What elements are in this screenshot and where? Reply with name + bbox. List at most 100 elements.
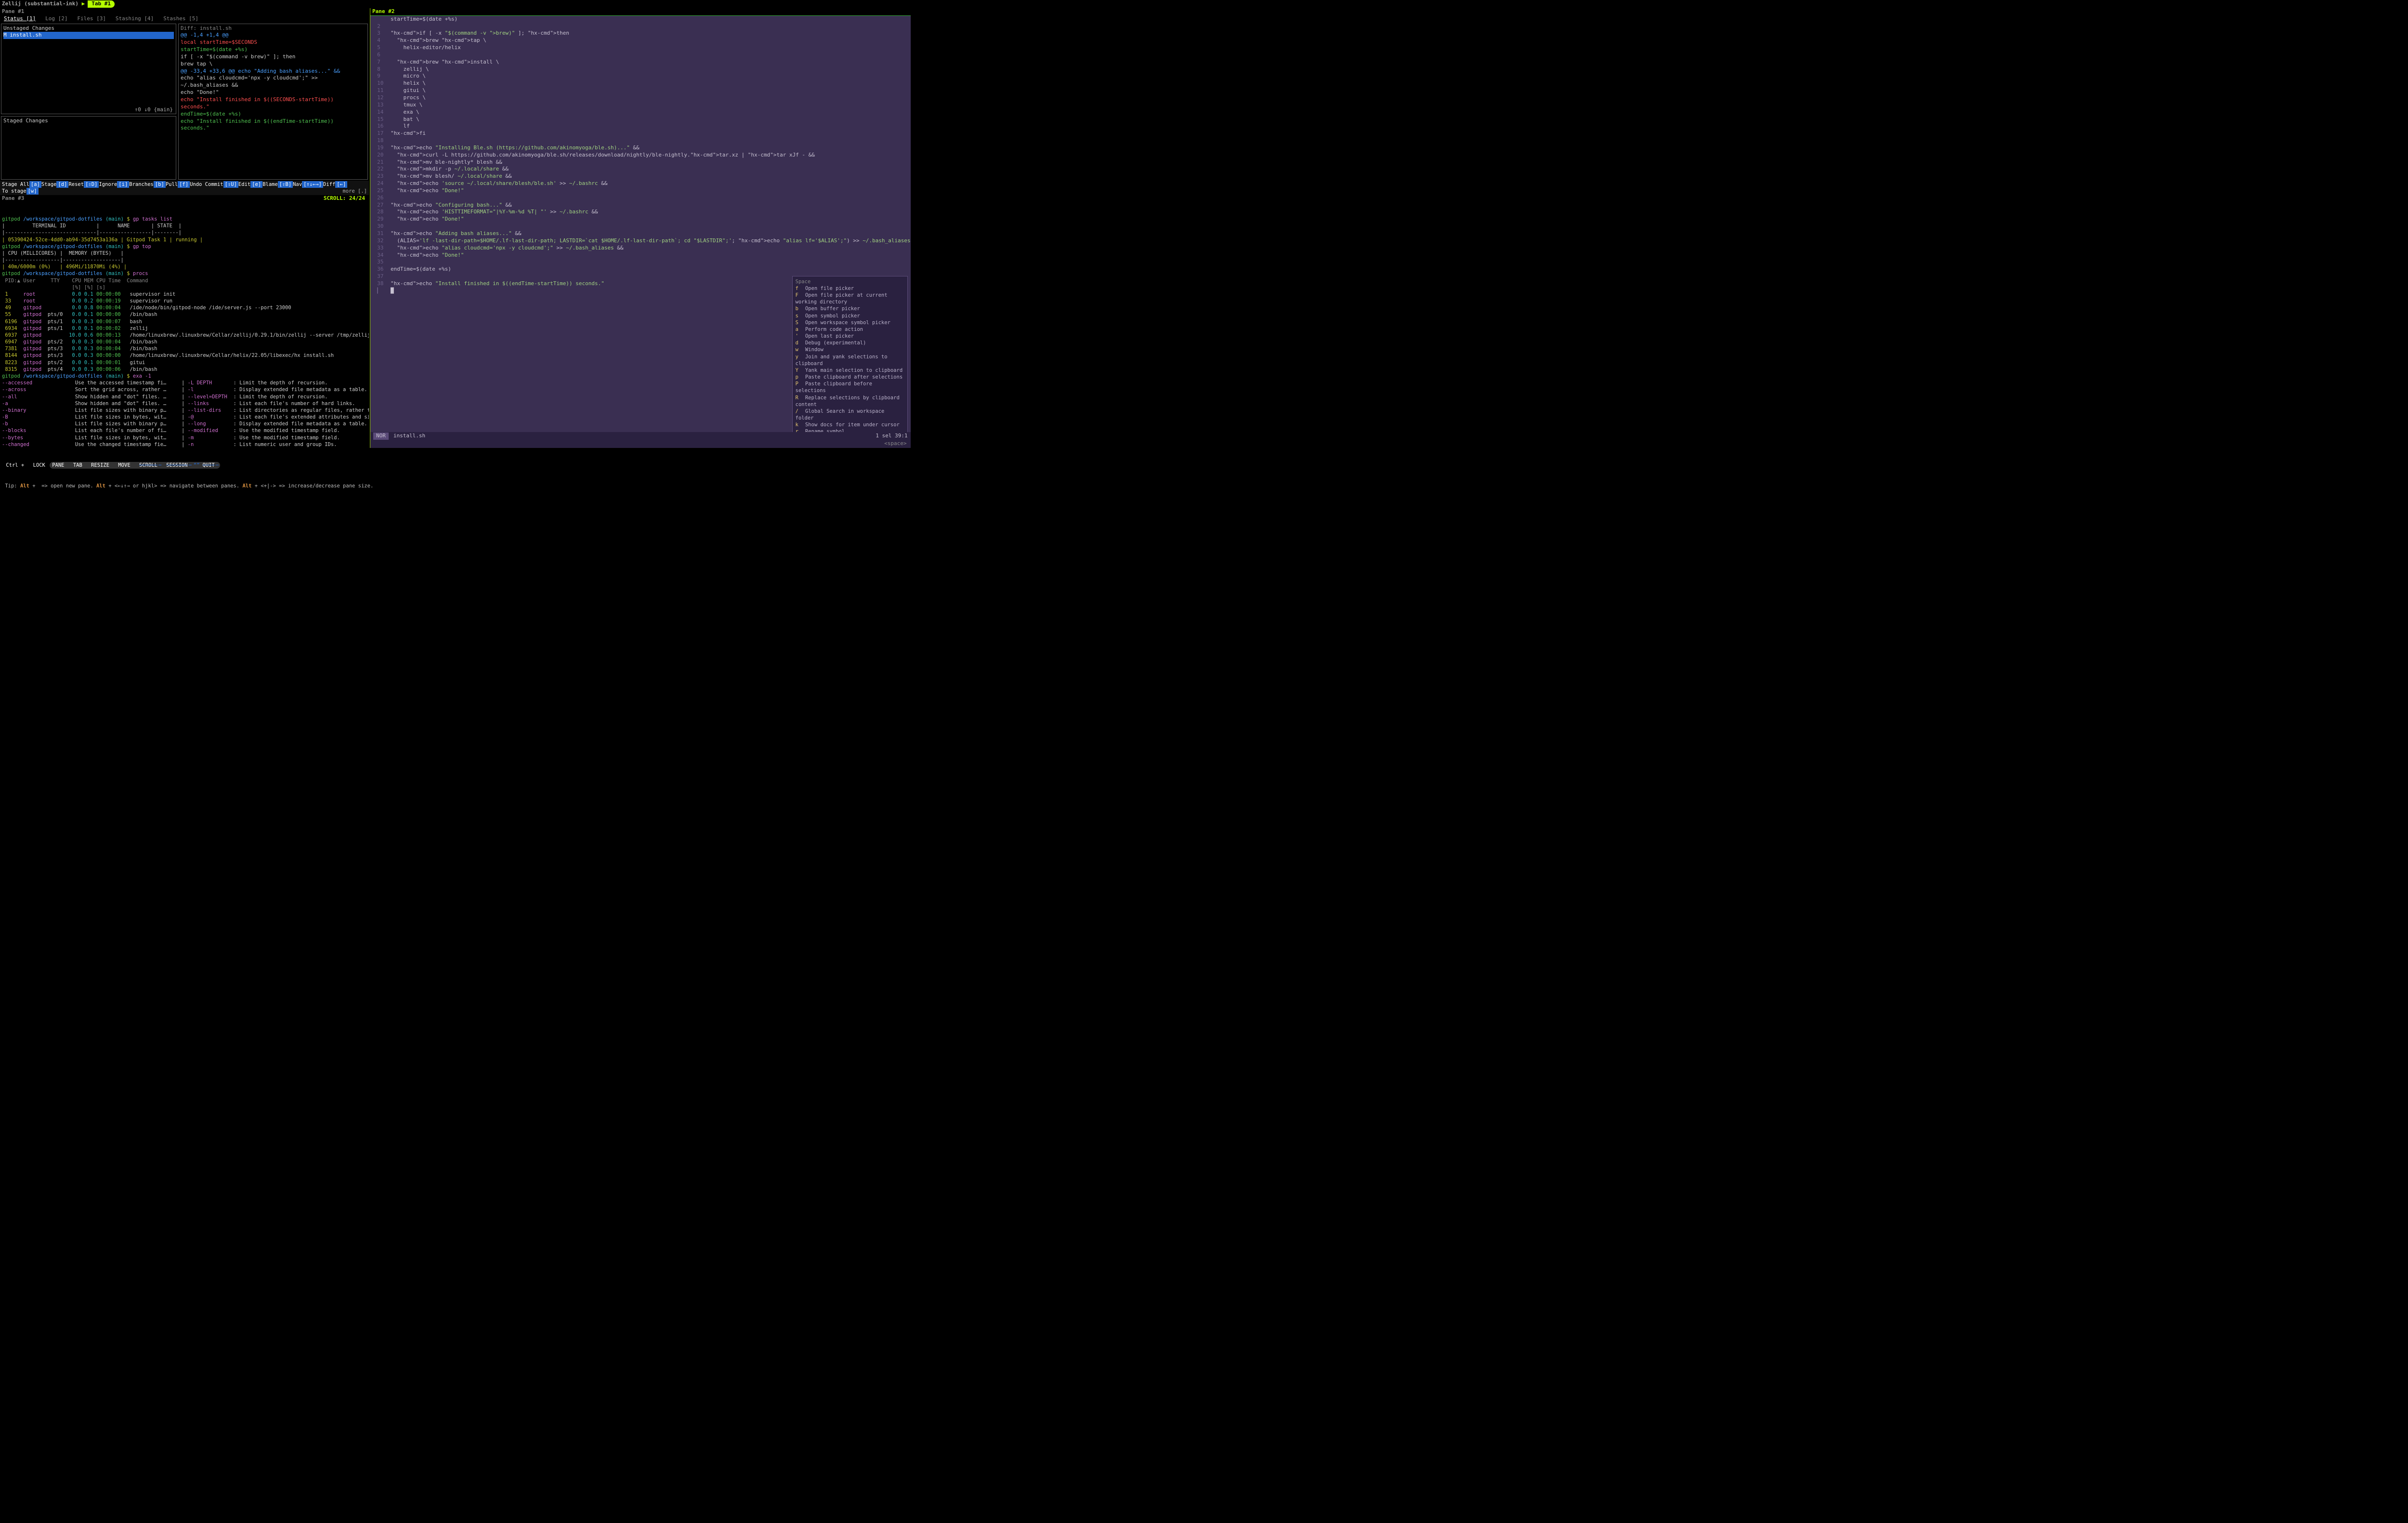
editor-line[interactable]: 20 "hx-cmd">curl -L https://github.com/a… [370,152,911,159]
tab-pill[interactable]: Tab #1 [88,0,115,8]
staged-changes-panel[interactable]: Staged Changes [1,116,176,180]
helix-space-menu[interactable]: Space f Open file pickerF Open file pick… [792,276,908,445]
cmd-key[interactable]: [b] [154,181,166,188]
terminal-line: [%] [%] [s] [2,284,367,291]
editor-line[interactable]: 23 "hx-cmd">mv blesh/ ~/.local/share && [370,173,911,180]
editor-line[interactable]: 28 "hx-cmd">echo 'HISTTIMEFORMAT="|%Y-%m… [370,209,911,216]
cmd-key[interactable]: [←] [335,181,347,188]
cmd-key[interactable]: [d] [56,181,68,188]
cmd-key[interactable]: [w] [26,188,39,195]
diff-line: echo "Install finished in $((endTime-sta… [181,118,366,132]
editor-line[interactable]: 9 micro \ [370,73,911,80]
gitui-tab-status[interactable]: Status [1] [4,15,36,22]
pane-1-title: Pane #1 [0,8,369,15]
gitui-tab-files[interactable]: Files [3] [77,15,106,22]
editor-line[interactable]: 18 [370,137,911,144]
editor-line[interactable]: 36 endTime=$(date +%s) [370,266,911,273]
space-menu-item[interactable]: / Global Search in workspace folder [796,408,904,421]
cmd-label: Nav [293,181,302,188]
editor-line[interactable]: 7 "hx-cmd">brew "hx-cmd">install \ [370,59,911,66]
editor-line[interactable]: 6 [370,52,911,59]
cmd-key[interactable]: [e] [250,181,262,188]
terminal-line: --binary List file sizes with binary p… … [2,407,367,414]
space-menu-item[interactable]: f Open file picker [796,285,904,292]
editor-line[interactable]: 14 exa \ [370,109,911,116]
space-menu-item[interactable]: b Open buffer picker [796,305,904,312]
mode-pill[interactable] [192,462,201,469]
cmd-key[interactable]: [a] [29,181,41,188]
space-menu-item[interactable]: S Open workspace symbol picker [796,319,904,326]
cmd-label: Branches [129,181,154,188]
cmd-label: Reset [68,181,84,188]
editor-line[interactable]: 33 "hx-cmd">echo "alias cloudcmd='npx -y… [370,245,911,252]
pane-3-terminal[interactable]: Pane #3 SCROLL: 24/24 gitpod /workspace/… [0,195,369,448]
editor-line[interactable]: 21 "hx-cmd">mv ble-nightly* blesh && [370,159,911,166]
editor-line[interactable]: 22 "hx-cmd">mkdir -p ~/.local/share && [370,166,911,173]
editor-line[interactable]: 32 (ALIAS='lf -last-dir-path=$HOME/.lf-l… [370,237,911,245]
unstaged-changes-panel[interactable]: Unstaged Changes M install.sh ↑0 ↓0 {mai… [1,24,176,114]
editor-line[interactable]: 34 "hx-cmd">echo "Done!" [370,252,911,259]
terminal-line: gitpod /workspace/gitpod-dotfiles (main)… [2,373,367,380]
cmd-key[interactable]: [↑↓←→] [302,181,323,188]
cmd-key[interactable]: [⇧U] [223,181,238,188]
diff-panel[interactable]: Diff: install.sh @@ -1,4 +1,4 @@local st… [178,24,368,180]
editor-line[interactable]: 30 [370,223,911,230]
space-menu-item[interactable]: a Perform code action [796,326,904,333]
editor-line[interactable]: 35 [370,259,911,266]
cmd-key[interactable]: [⇧D] [84,181,99,188]
gitui-tab-stashing[interactable]: Stashing [4] [116,15,154,22]
cmd-key[interactable]: [i] [117,181,129,188]
editor-line[interactable]: 11 gitui \ [370,87,911,94]
cmd-key[interactable]: [⇧B] [278,181,293,188]
editor-line[interactable]: 13 tmux \ [370,102,911,109]
terminal-line: -b List file sizes with binary p… | --lo… [2,420,367,427]
terminal-line: 49 gitpod 0.0 0.8 00:00:04 /ide/node/bin… [2,304,367,311]
editor-line[interactable]: 5 helix-editor/helix [370,44,911,52]
editor-line[interactable]: 2 [370,23,911,30]
cmd-key[interactable]: [f] [178,181,190,188]
editor-line[interactable]: 24 "hx-cmd">echo 'source ~/.local/share/… [370,180,911,187]
diff-line: echo "alias cloudcmd='npx -y cloudcmd';"… [181,75,366,89]
mode-pill[interactable]: PANE TAB RESIZE MOVE SCROLL SESSION QUIT [50,462,220,469]
gitui-tab-log[interactable]: Log [2] [45,15,67,22]
editor-line[interactable]: startTime=$(date +%s) [370,16,911,23]
space-menu-item[interactable]: Y Yank main selection to clipboard [796,367,904,374]
pane-2-helix-editor[interactable]: startTime=$(date +%s)2 3 "hx-cmd">if [ -… [370,16,911,448]
editor-line[interactable]: 8 zellij \ [370,66,911,73]
diff-line: if [ -x "$(command -v brew)" ]; then [181,53,366,61]
editor-line[interactable]: 10 helix \ [370,80,911,87]
editor-line[interactable]: 25 "hx-cmd">echo "Done!" [370,187,911,195]
diff-line: echo "Install finished in $((SECONDS-sta… [181,96,366,111]
space-menu-item[interactable]: R Replace selections by clipboard conten… [796,394,904,408]
space-menu-item[interactable]: P Paste clipboard before selections [796,381,904,394]
cmd-label: Undo Commit [190,181,223,188]
unstaged-file[interactable]: M install.sh [3,32,174,39]
editor-line[interactable]: 12 procs \ [370,94,911,102]
space-menu-item[interactable]: s Open symbol picker [796,313,904,319]
diff-line: @@ -33,4 +33,6 @@ echo "Adding bash alia… [181,68,366,75]
terminal-line: --blocks List each file's number of fi… … [2,427,367,434]
editor-line[interactable]: 3 "hx-cmd">if [ -x "$(command -v ">brew)… [370,30,911,37]
editor-line[interactable]: 26 [370,195,911,202]
space-menu-item[interactable]: ' Open last picker [796,333,904,340]
space-menu-item[interactable]: d Debug (experimental) [796,340,904,346]
editor-line[interactable]: 27 "hx-cmd">echo "Configuring bash..." &… [370,202,911,209]
gitui-tabs[interactable]: Status [1] Log [2] Files [3] Stashing [4… [0,15,369,23]
terminal-line: --bytes List file sizes in bytes, wit… |… [2,434,367,441]
space-menu-item[interactable]: p Paste clipboard after selections [796,374,904,381]
editor-line[interactable]: 31 "hx-cmd">echo "Adding bash aliases...… [370,230,911,237]
editor-line[interactable]: 4 "hx-cmd">brew "hx-cmd">tap \ [370,37,911,44]
space-menu-item[interactable]: F Open file picker at current working di… [796,292,904,305]
editor-line[interactable]: 17 "hx-cmd">fi [370,130,911,137]
editor-line[interactable]: 19 "hx-cmd">echo "Installing Ble.sh (htt… [370,144,911,152]
space-menu-item[interactable]: w Window [796,346,904,353]
helix-mode: NOR [373,433,389,440]
space-menu-item[interactable]: k Show docs for item under cursor [796,421,904,428]
space-menu-item[interactable]: y Join and yank selections to clipboard [796,354,904,367]
editor-line[interactable]: 16 lf [370,123,911,130]
terminal-line: --accessed Use the accessed timestamp fi… [2,380,367,386]
gitui-tab-stashes[interactable]: Stashes [5] [163,15,198,22]
editor-line[interactable]: 15 bat \ [370,116,911,123]
editor-line[interactable]: 29 "hx-cmd">echo "Done!" [370,216,911,223]
cmd-more[interactable]: more [.] [342,188,367,195]
